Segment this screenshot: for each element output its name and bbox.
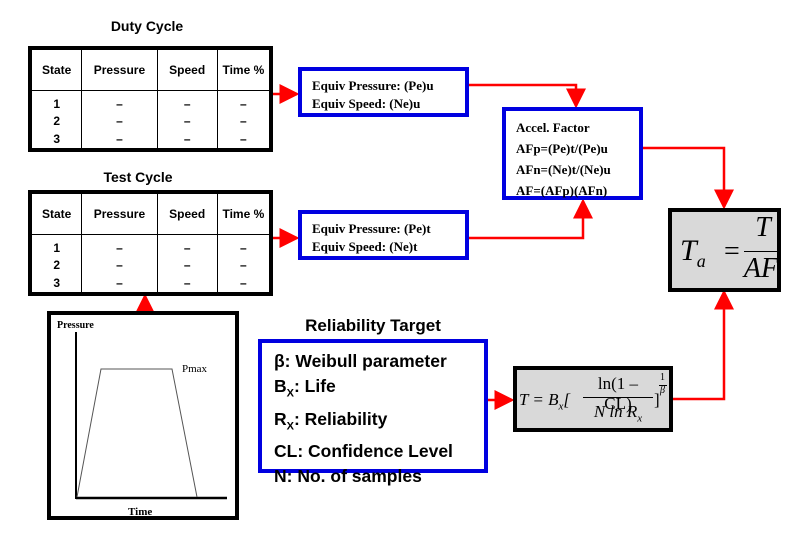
afn-formula: AFn=(Ne)t/(Ne)u (516, 162, 611, 177)
table-cell: – (81, 90, 158, 114)
diagram: Duty Cycle State Pressure Speed Time % 1– – –2… (0, 0, 800, 539)
t-lhs: T = B (519, 390, 559, 409)
item-rest: : Life (293, 376, 336, 396)
af-formula: AF=(AFp)(AFn) (516, 183, 608, 198)
ta-formula-box: Ta = T AF (668, 208, 781, 292)
table-cell: – (156, 257, 218, 275)
table-cell: – (156, 130, 218, 150)
arrow-equivu-to-accel (469, 83, 586, 109)
item-text: β: Weibull parameter (274, 351, 447, 371)
afp-formula: AFp=(Pe)t/(Pe)u (516, 141, 608, 156)
t-den: N ln R (593, 402, 638, 421)
accel-title: Accel. Factor (516, 120, 590, 135)
table-cell: 1 (53, 240, 60, 255)
column-header: Speed (156, 192, 218, 235)
equiv-test-box: Equiv Pressure: (Pe)t Equiv Speed: (Ne)t (298, 210, 469, 260)
table-cell: – (81, 113, 158, 131)
table-cell: – (81, 257, 158, 275)
equiv-pressure-u: Equiv Pressure: (Pe)u (312, 78, 434, 93)
ta-sub: a (696, 251, 706, 271)
column-header: Time % (216, 192, 271, 235)
table-cell: – (216, 274, 271, 294)
header-row: State Pressure Speed Time % (30, 192, 271, 235)
pressure-profile-chart: Pressure Pmax Time (47, 311, 239, 520)
column-header: Speed (156, 48, 218, 91)
table-row: 3– – – (30, 130, 271, 150)
y-axis-label: Pressure (57, 320, 94, 331)
table-cell: – (216, 113, 271, 131)
test-cycle-table: State Pressure Speed Time % 1– – –2– – –3– – – (28, 190, 273, 296)
arrow-equivt-to-accel (469, 198, 593, 240)
reliability-item: BX: Life (274, 374, 484, 407)
ta-num: T (755, 212, 771, 243)
x-axis-label: Time (128, 506, 153, 518)
t-exp-den: β (660, 385, 665, 396)
reliability-item: RX: Reliability (274, 407, 484, 440)
arrow-t-to-ta (673, 289, 734, 401)
table-row: 3– – – (30, 274, 271, 294)
column-header: Pressure (81, 48, 158, 91)
item-text: B (274, 376, 287, 396)
pmax-label: Pmax (182, 363, 208, 375)
header-row: State Pressure Speed Time % (30, 48, 271, 91)
item-text: R (274, 408, 287, 429)
table-row: 1– – – (30, 234, 271, 258)
table-cell: – (81, 234, 158, 258)
reliability-title: Reliability Target (305, 316, 441, 335)
equiv-speed-t: Equiv Speed: (Ne)t (312, 239, 418, 254)
column-header: State (30, 192, 82, 235)
table-row: 1– – – (30, 90, 271, 114)
table-cell: – (156, 90, 218, 114)
item-text: N: No. of samples (274, 466, 422, 486)
table-cell: – (81, 274, 158, 294)
pressure-curve (76, 368, 198, 498)
table-cell: 3 (53, 131, 60, 146)
t-exp-num: 1 (660, 372, 665, 383)
t-sub: x (558, 400, 564, 413)
table-cell: – (156, 113, 218, 131)
reliability-item: β: Weibull parameter (274, 349, 484, 374)
reliability-item: CL: Confidence Level (274, 439, 484, 464)
t-formula-box: T = Bx[ ln(1 – CL) N ln Rx ] 1 β (513, 366, 673, 432)
table-cell: 2 (53, 114, 60, 129)
table-cell: – (156, 234, 218, 258)
ta-den: AF (743, 253, 779, 284)
column-header: Pressure (81, 192, 158, 235)
table-cell: – (216, 234, 271, 258)
arrow-accel-to-ta (643, 146, 734, 210)
reliability-box: β: Weibull parameter BX: Life RX: Reliabil… (258, 339, 488, 486)
table-cell: – (156, 274, 218, 294)
duty-cycle-title: Duty Cycle (110, 18, 184, 34)
equiv-use-box: Equiv Pressure: (Pe)u Equiv Speed: (Ne)u (298, 67, 469, 117)
table-row: 2– – – (30, 113, 271, 131)
table-cell: – (81, 130, 158, 150)
item-text: CL: Confidence Level (274, 441, 453, 461)
item-sub: X (286, 387, 294, 400)
table-cell: 1 (53, 96, 60, 111)
table-row: 2– – – (30, 257, 271, 275)
column-header: State (30, 48, 82, 91)
equiv-pressure-t: Equiv Pressure: (Pe)t (312, 221, 431, 236)
equiv-speed-u: Equiv Speed: (Ne)u (312, 96, 421, 111)
table-cell: – (216, 130, 271, 150)
ta-eq: = (724, 236, 740, 267)
test-cycle-title: Test Cycle (103, 169, 173, 185)
item-sub: X (286, 420, 294, 432)
table-cell: – (216, 90, 271, 114)
accel-factor-box: Accel. Factor AFp=(Pe)t/(Pe)u AFn=(Ne)t/… (502, 107, 643, 200)
duty-cycle-table: State Pressure Speed Time % 1– – –2– – –3– – – (28, 46, 273, 152)
item-rest: : Reliability (293, 408, 388, 429)
reliability-item: N: No. of samples (274, 464, 484, 489)
table-cell: 3 (53, 275, 60, 290)
table-cell: 2 (53, 258, 60, 273)
column-header: Time % (216, 48, 271, 91)
table-cell: – (216, 257, 271, 275)
ta-lhs: T (680, 234, 697, 267)
t-den-sub: x (637, 412, 643, 425)
